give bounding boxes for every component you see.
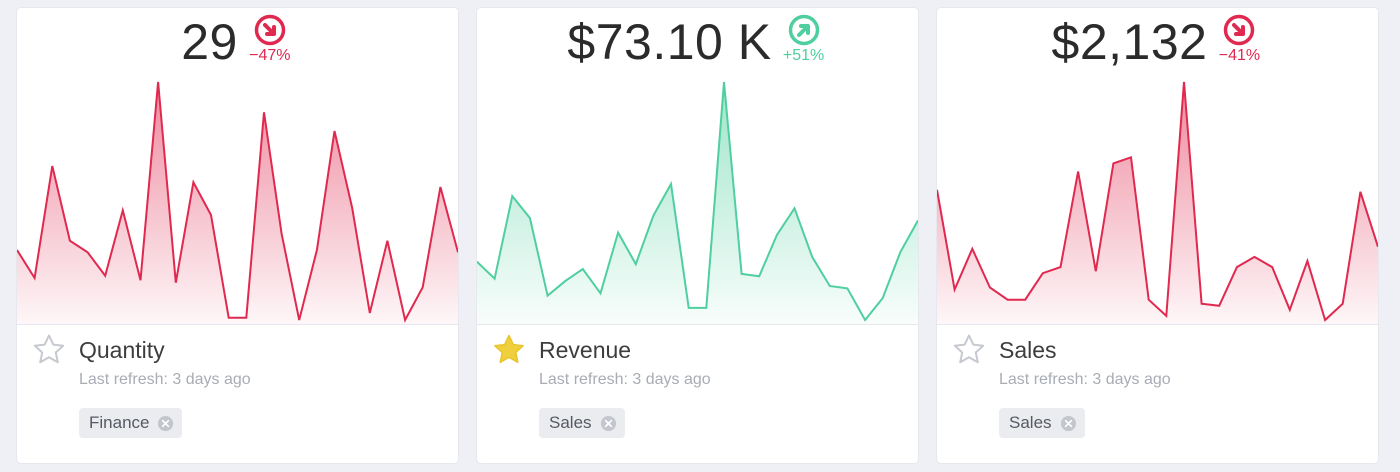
tag-chip[interactable]: Finance [79, 408, 183, 438]
card-title[interactable]: Quantity [79, 334, 165, 366]
metric-header: $73.10 K +51% [477, 12, 918, 74]
card-title[interactable]: Sales [999, 334, 1057, 366]
remove-tag-icon[interactable] [1060, 415, 1077, 432]
last-refresh-text: Last refresh: 3 days ago [539, 371, 711, 388]
divider [17, 324, 458, 325]
tag-label: Sales [1009, 413, 1052, 432]
card-title[interactable]: Revenue [539, 334, 631, 366]
arrow-up-right-icon [788, 14, 819, 46]
arrow-down-right-icon [254, 14, 286, 46]
metric-card-revenue[interactable]: $73.10 K +51% Revenue Last refresh: 3 da… [477, 8, 918, 463]
tag-chip[interactable]: Sales [999, 408, 1085, 438]
metric-card-quantity[interactable]: 29 −47% Quantity Last refresh: 3 days ag… [17, 8, 458, 463]
remove-tag-icon[interactable] [157, 415, 174, 432]
metric-value: $73.10 K [567, 14, 772, 70]
delta-indicator: +51% [780, 12, 828, 72]
delta-percent: −41% [1218, 47, 1261, 64]
last-refresh-text: Last refresh: 3 days ago [999, 371, 1171, 388]
delta-percent: +51% [782, 47, 825, 64]
delta-indicator: −47% [246, 12, 294, 72]
last-refresh-text: Last refresh: 3 days ago [79, 371, 251, 388]
tag-label: Finance [89, 413, 150, 432]
star-filled-icon[interactable] [491, 332, 527, 368]
metric-header: 29 −47% [17, 12, 458, 74]
divider [477, 324, 918, 325]
tag-chip[interactable]: Sales [539, 408, 625, 438]
star-icon[interactable] [951, 332, 987, 368]
delta-percent: −47% [249, 47, 291, 64]
sparkline-chart [477, 81, 918, 324]
metric-header: $2,132 −41% [937, 12, 1378, 74]
sparkline-chart [937, 81, 1378, 324]
metric-card-sales[interactable]: $2,132 −41% Sales Last refresh: 3 days a… [937, 8, 1378, 463]
sparkline-chart [17, 81, 458, 324]
sparkline-area [477, 82, 918, 324]
divider [937, 324, 1378, 325]
sparkline-area [17, 82, 458, 324]
star-icon[interactable] [31, 332, 67, 368]
delta-indicator: −41% [1215, 12, 1263, 72]
sparkline-area [937, 82, 1378, 324]
tag-label: Sales [549, 413, 592, 432]
remove-tag-icon[interactable] [600, 415, 617, 432]
metric-value: $2,132 [1051, 14, 1208, 70]
metric-value: 29 [181, 14, 238, 70]
arrow-down-right-icon [1224, 14, 1255, 46]
